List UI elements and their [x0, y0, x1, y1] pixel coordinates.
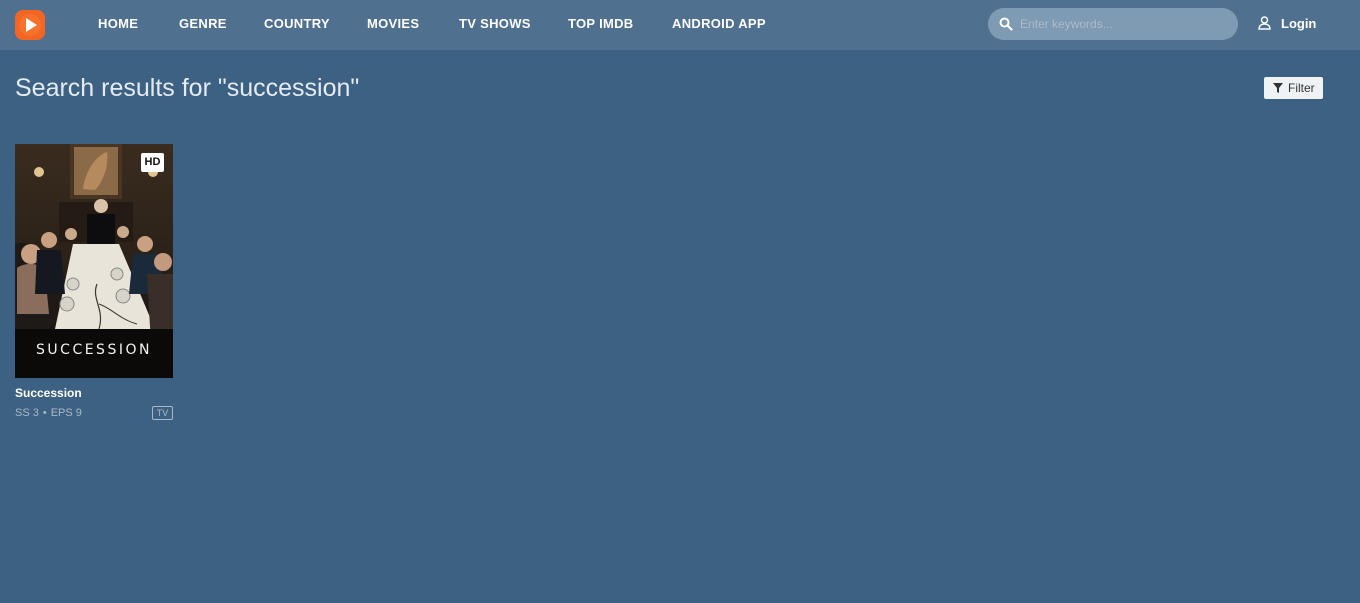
nav-top-imdb[interactable]: TOP IMDB: [568, 16, 633, 31]
search-box: [988, 8, 1238, 40]
top-navigation-bar: HOME GENRE COUNTRY MOVIES TV SHOWS TOP I…: [0, 0, 1360, 50]
filter-label: Filter: [1288, 81, 1315, 95]
user-icon: [1258, 16, 1271, 30]
search-icon[interactable]: [999, 17, 1013, 31]
episode-count: EPS 9: [50, 407, 82, 419]
type-badge: TV: [152, 406, 173, 420]
nav-home[interactable]: HOME: [98, 16, 138, 31]
page-title: Search results for "succession": [15, 74, 360, 102]
quality-badge: HD: [141, 153, 164, 172]
login-label: Login: [1281, 16, 1317, 31]
result-meta: SS 3 • EPS 9: [15, 407, 82, 419]
poster-image[interactable]: SUCCESSION HD: [15, 144, 173, 378]
nav-android-app[interactable]: ANDROID APP: [672, 16, 766, 31]
nav-country[interactable]: COUNTRY: [264, 16, 330, 31]
result-title-link[interactable]: Succession: [15, 386, 82, 400]
season-count: SS 3: [15, 407, 39, 419]
search-input[interactable]: [1020, 14, 1225, 34]
separator-dot: •: [42, 407, 47, 419]
nav-genre[interactable]: GENRE: [179, 16, 227, 31]
result-card: SUCCESSION HD Succession SS 3 • EPS 9 TV: [15, 144, 173, 424]
site-logo-icon[interactable]: [15, 10, 45, 40]
filter-button[interactable]: Filter: [1264, 77, 1323, 99]
poster-title-text: SUCCESSION: [36, 342, 152, 358]
nav-tv-shows[interactable]: TV SHOWS: [459, 16, 531, 31]
funnel-icon: [1273, 83, 1283, 93]
nav-movies[interactable]: MOVIES: [367, 16, 419, 31]
